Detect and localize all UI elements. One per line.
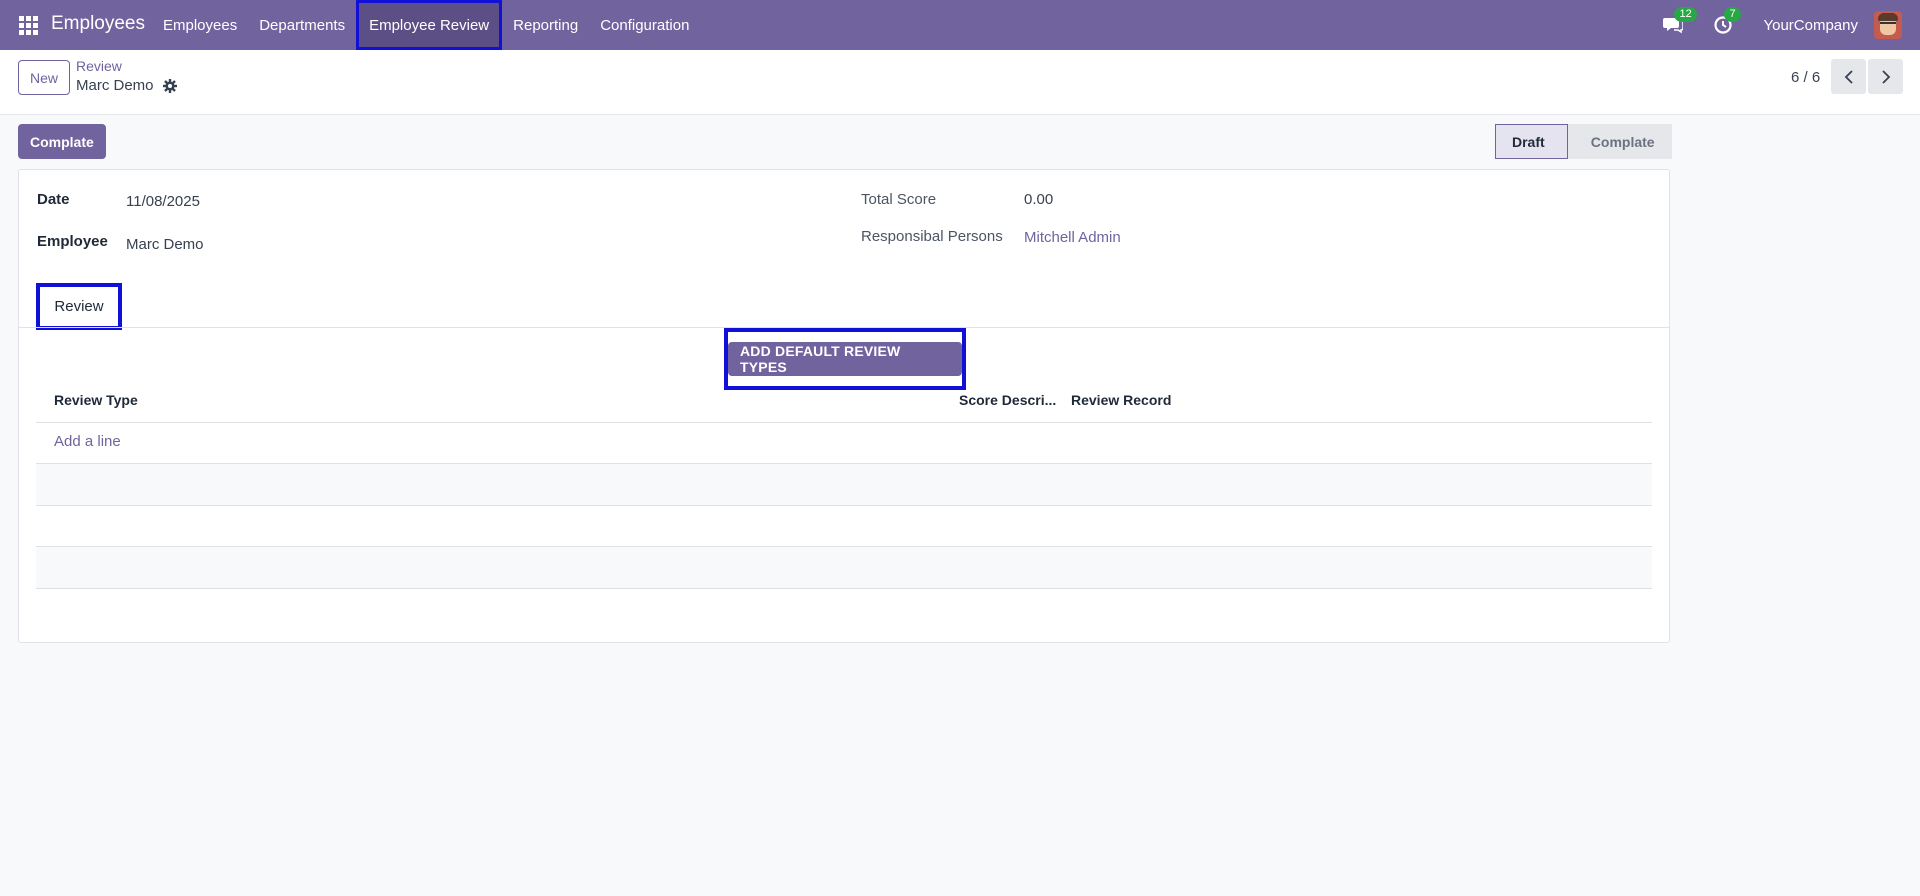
form-sheet: Date 11/08/2025 Employee Marc Demo Total… [18,169,1670,643]
employee-field[interactable]: Marc Demo [126,236,204,253]
main-menu: Employees Departments Employee Review Re… [152,0,700,50]
systray: 12 7 YourCompany [1663,0,1920,50]
activities-button[interactable]: 7 [1713,7,1741,36]
add-line-link[interactable]: Add a line [54,433,121,450]
gear-icon[interactable] [162,78,178,94]
app-brand[interactable]: Employees [51,13,145,35]
table-row [36,464,1652,505]
responsible-persons-tag[interactable]: Mitchell Admin [1024,229,1121,246]
chevron-right-icon [1881,69,1890,84]
row-divider [36,422,1652,423]
row-divider [36,588,1652,589]
user-avatar[interactable] [1874,11,1902,39]
pager-previous-button[interactable] [1831,59,1866,94]
row-divider [36,505,1652,506]
add-default-review-types-highlight: ADD DEFAULT REVIEW TYPES [724,328,966,390]
column-score-description[interactable]: Score Descri... [959,392,1056,408]
total-score-value: 0.00 [1024,191,1054,208]
company-switcher[interactable]: YourCompany [1763,17,1858,34]
status-bar: Draft Complate [1495,124,1672,159]
new-button[interactable]: New [18,60,71,95]
column-review-type[interactable]: Review Type [54,392,138,408]
menu-employees[interactable]: Employees [152,0,248,50]
chevron-left-icon [1844,69,1853,84]
menu-configuration[interactable]: Configuration [589,0,700,50]
messages-button[interactable]: 12 [1663,7,1697,36]
tab-review[interactable]: Review [36,283,122,330]
stage-complete[interactable]: Complate [1567,124,1672,159]
date-label: Date [37,191,70,208]
breadcrumb-current-record: Marc Demo [76,77,154,94]
apps-menu-icon[interactable] [19,16,38,35]
responsible-persons-label: Responsibal Persons [861,228,1003,245]
complete-action-button[interactable]: Complate [18,124,106,159]
stage-draft[interactable]: Draft [1495,124,1568,159]
table-row [36,547,1652,588]
messages-count-badge: 12 [1674,7,1697,22]
control-panel: New Review Marc Demo 6 / 6 [0,50,1920,115]
add-default-review-types-button[interactable]: ADD DEFAULT REVIEW TYPES [728,342,962,376]
employee-label: Employee [37,233,108,250]
pager-value[interactable]: 6 / 6 [1791,69,1820,86]
pager-next-button[interactable] [1868,59,1903,94]
top-navbar: Employees Employees Departments Employee… [0,0,1920,50]
menu-employee-review[interactable]: Employee Review [356,0,503,50]
activities-count-badge: 7 [1724,7,1741,22]
total-score-label: Total Score [861,191,937,208]
menu-reporting[interactable]: Reporting [502,0,589,50]
column-review-record[interactable]: Review Record [1071,392,1171,408]
breadcrumb-review[interactable]: Review [76,58,122,74]
date-field[interactable]: 11/08/2025 [126,193,200,210]
menu-departments[interactable]: Departments [248,0,356,50]
